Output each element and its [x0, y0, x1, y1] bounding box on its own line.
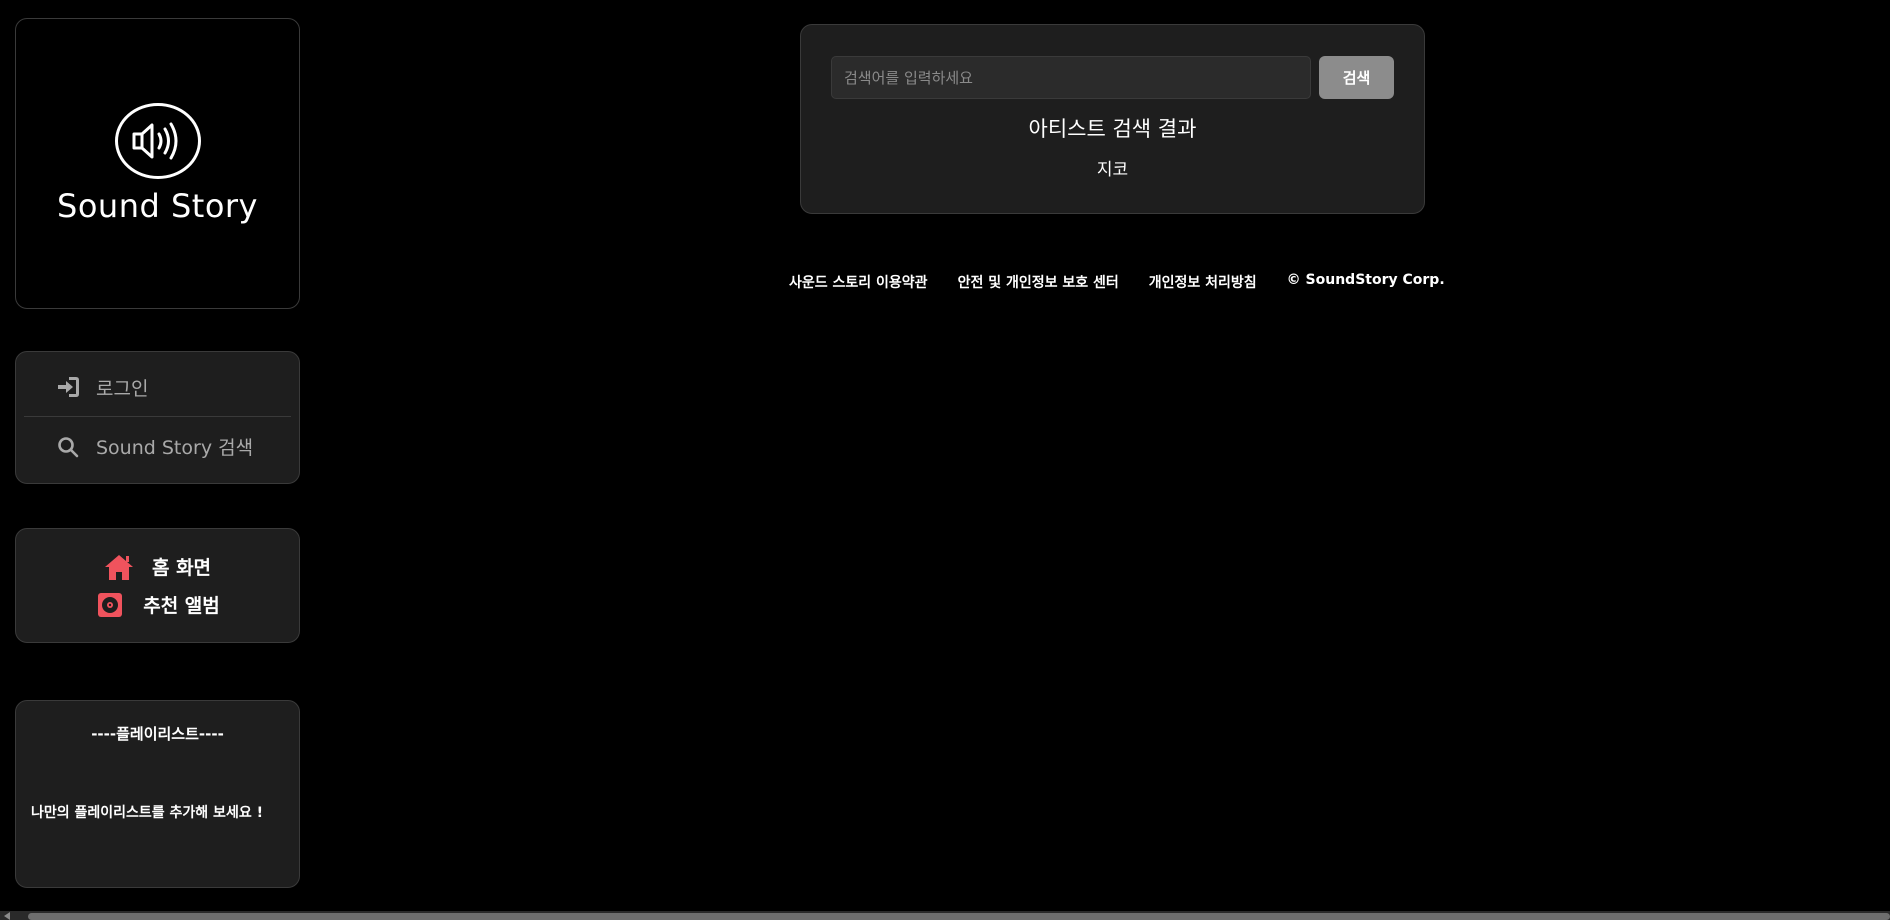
account-menu: 로그인 Sound Story 검색 — [15, 351, 300, 484]
search-bar: 검색 — [831, 56, 1394, 99]
nav-albums-label: 추천 앨범 — [143, 595, 220, 617]
footer-link-terms[interactable]: 사운드 스토리 이용약관 — [789, 272, 928, 292]
scroll-left-arrow-icon[interactable] — [4, 912, 10, 920]
search-menu-item[interactable]: Sound Story 검색 — [24, 417, 291, 476]
vinyl-record-icon — [95, 590, 125, 620]
sign-in-icon — [54, 373, 82, 401]
nav-recommended-albums[interactable]: 추천 앨범 — [95, 590, 220, 620]
login-label: 로그인 — [96, 377, 149, 400]
search-menu-label: Sound Story 검색 — [96, 437, 254, 459]
playlist-panel: ----플레이리스트---- 나만의 플레이리스트를 추가해 보세요 ! — [15, 700, 300, 888]
main-nav: 홈 화면 추천 앨범 — [15, 528, 300, 643]
search-button[interactable]: 검색 — [1319, 56, 1394, 99]
brand-name: Sound Story — [57, 186, 258, 225]
speaker-icon — [114, 102, 201, 179]
footer-link-safety-center[interactable]: 안전 및 개인정보 보호 센터 — [958, 272, 1119, 292]
scrollbar-thumb[interactable] — [28, 913, 1890, 920]
footer-copyright: © SoundStory Corp. — [1286, 272, 1445, 288]
login-menu-item[interactable]: 로그인 — [24, 358, 291, 417]
logo-card[interactable]: Sound Story — [15, 18, 300, 309]
artist-result-item[interactable]: 지코 — [831, 155, 1394, 180]
nav-home-label: 홈 화면 — [151, 557, 212, 579]
nav-home[interactable]: 홈 화면 — [104, 552, 211, 582]
playlist-title: ----플레이리스트---- — [91, 725, 224, 743]
search-input[interactable] — [831, 56, 1311, 99]
footer: 사운드 스토리 이용약관 안전 및 개인정보 보호 센터 개인정보 처리방침 ©… — [789, 272, 1445, 292]
search-icon — [54, 433, 82, 461]
search-panel: 검색 아티스트 검색 결과 지코 — [800, 24, 1425, 214]
horizontal-scrollbar[interactable] — [0, 911, 1890, 920]
playlist-empty-message: 나만의 플레이리스트를 추가해 보세요 ! — [31, 805, 263, 821]
home-icon — [104, 552, 134, 582]
footer-link-privacy-policy[interactable]: 개인정보 처리방침 — [1149, 272, 1257, 292]
results-title: 아티스트 검색 결과 — [1028, 117, 1197, 141]
